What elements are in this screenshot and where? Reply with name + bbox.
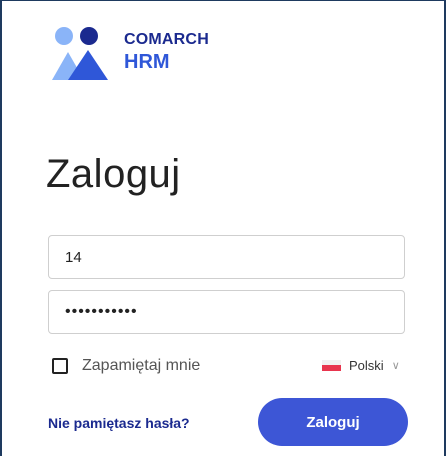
poland-flag-icon	[322, 360, 341, 371]
password-input[interactable]: •••••••••••	[48, 290, 405, 334]
page-title: Zaloguj	[46, 152, 181, 196]
login-button[interactable]: Zaloguj	[258, 398, 408, 446]
brand-name-bottom: HRM	[124, 51, 170, 73]
chevron-down-icon: ∨	[391, 360, 400, 372]
remember-me-label: Zapamiętaj mnie	[82, 357, 201, 374]
comarch-logo-icon	[52, 27, 108, 80]
brand-name-top: COMARCH	[124, 31, 209, 48]
language-selector[interactable]: Polski ∨	[322, 358, 400, 373]
remember-me-checkbox[interactable]	[52, 358, 68, 374]
forgot-password-link[interactable]: Nie pamiętasz hasła?	[48, 415, 190, 431]
remember-me-toggle[interactable]: Zapamiętaj mnie	[52, 357, 200, 375]
language-label: Polski	[349, 358, 384, 373]
brand-wordmark: COMARCH HRM	[124, 31, 209, 74]
username-input[interactable]: 14	[48, 235, 405, 279]
